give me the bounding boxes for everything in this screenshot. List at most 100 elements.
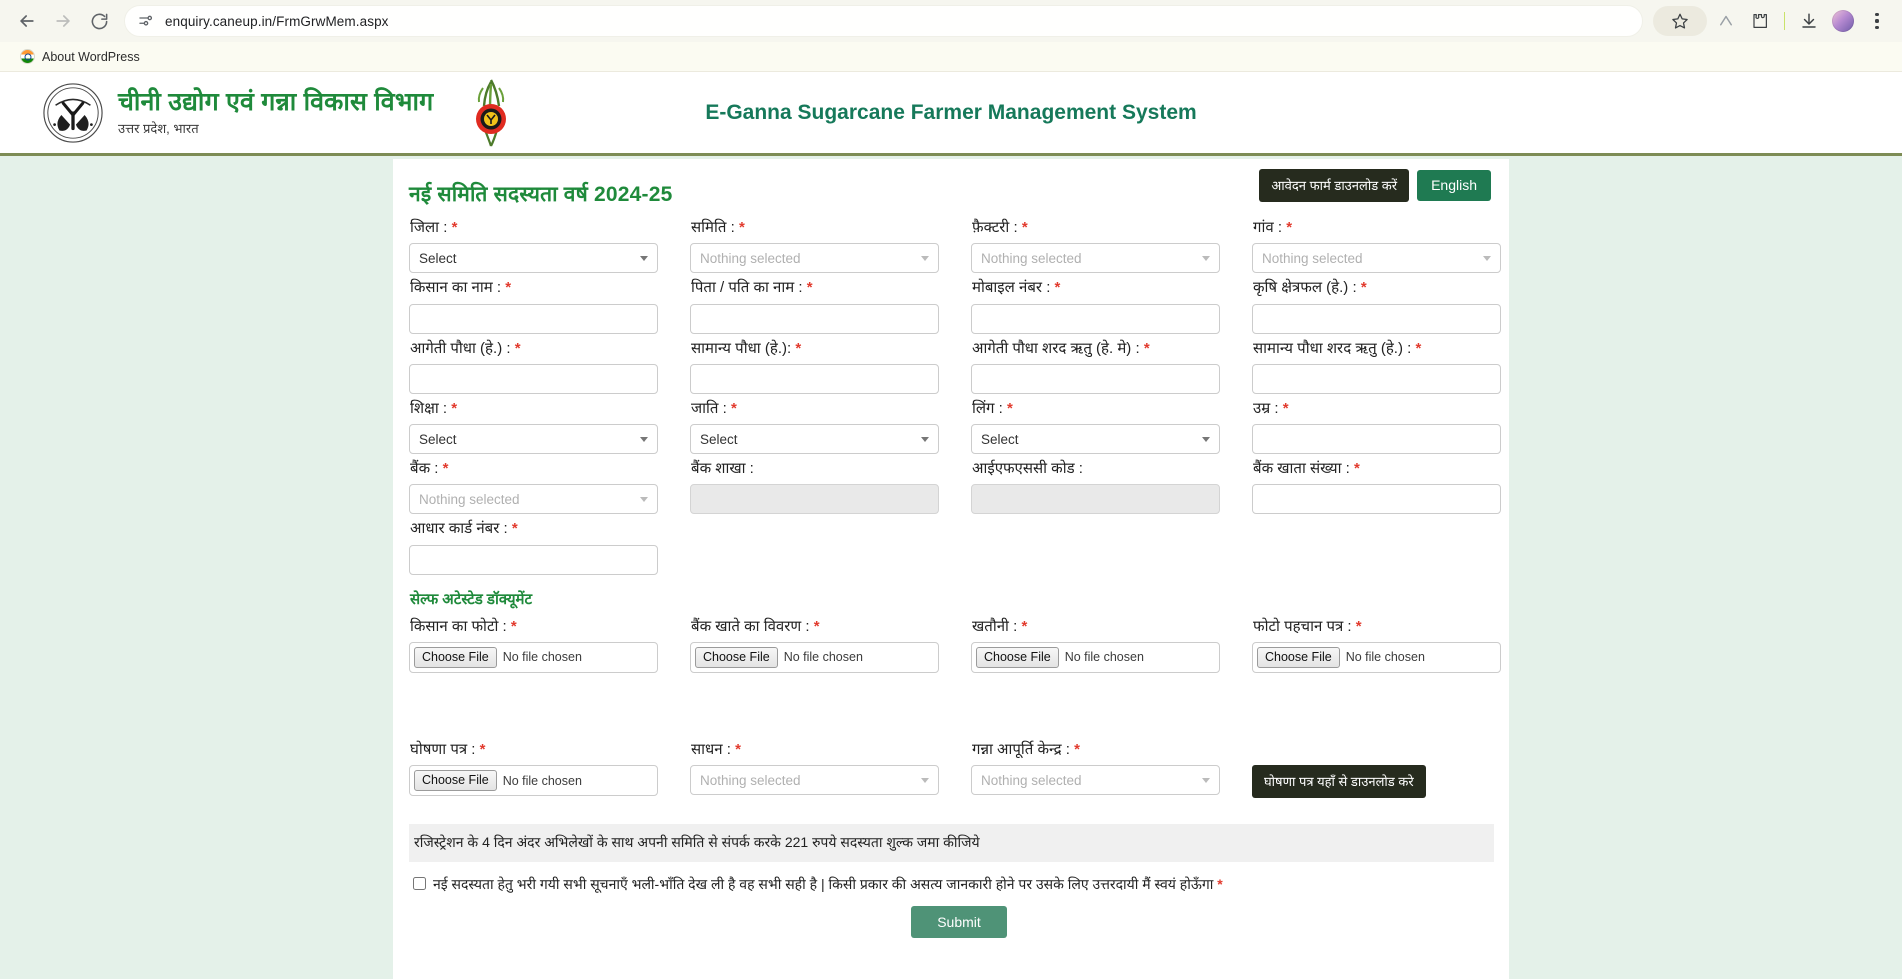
input-normal-plant-autumn[interactable] — [1252, 363, 1501, 394]
field-samiti: समिति : * Nothing selected — [690, 218, 939, 274]
top-action-buttons: आवेदन फार्म डाउनलोड करें English — [1259, 169, 1491, 202]
choose-file-button[interactable]: Choose File — [976, 646, 1059, 668]
label-early-plant-area: आगेती पौधा (हे.) : * — [410, 339, 521, 357]
department-branding: चीनी उद्योग एवं गन्ना विकास विभाग उत्तर … — [42, 82, 433, 144]
membership-fee-note: रजिस्ट्रेशन के 4 दिन अंदर अभिलेखों के सा… — [409, 824, 1494, 862]
chevron-down-icon — [640, 496, 648, 502]
select-sadhan[interactable]: Nothing selected — [690, 765, 939, 795]
input-agriculture-area[interactable] — [1252, 303, 1501, 334]
file-status-label: No file chosen — [502, 773, 582, 788]
back-button[interactable] — [10, 4, 44, 38]
field-caste: जाति : * Select — [690, 399, 939, 454]
department-subtitle: उत्तर प्रदेश, भारत — [118, 121, 199, 136]
field-khatauni: खतौनी : * Choose File No file chosen — [971, 617, 1220, 673]
label-district: जिला : * — [410, 219, 458, 236]
forward-button[interactable] — [46, 4, 80, 38]
input-bank-account-number[interactable] — [1252, 484, 1501, 515]
file-input-bank-account-detail[interactable]: Choose File No file chosen — [690, 641, 939, 673]
consent-checkbox[interactable] — [413, 877, 426, 890]
label-bank: बैंक : * — [410, 460, 449, 477]
label-farmer-photo: किसान का फोटो : * — [410, 617, 517, 635]
field-factory: फ़ैक्टरी : * Nothing selected — [971, 218, 1220, 274]
choose-file-button[interactable]: Choose File — [414, 770, 497, 791]
input-early-plant-area[interactable] — [409, 363, 658, 394]
input-father-husband-name[interactable] — [690, 303, 939, 334]
label-normal-plant-autumn: सामान्य पौधा शरद ऋतु (हे.) : * — [1253, 339, 1422, 357]
submit-row: Submit — [409, 906, 1509, 938]
form-row-plantation: आगेती पौधा (हे.) : * सामान्य पौधा (हे.):… — [409, 339, 1509, 394]
file-input-photo-id-proof[interactable]: Choose File No file chosen — [1252, 641, 1501, 673]
field-normal-plant-area: सामान्य पौधा (हे.): * — [690, 339, 939, 394]
select-village[interactable]: Nothing selected — [1252, 243, 1501, 274]
label-aadhaar-number: आधार कार्ड नंबर : * — [410, 520, 518, 538]
select-cane-supply-center[interactable]: Nothing selected — [971, 765, 1220, 795]
field-declaration-form: घोषणा पत्र : * Choose File No file chose… — [409, 740, 658, 798]
file-input-declaration-form[interactable]: Choose File No file chosen — [409, 765, 658, 796]
select-gender[interactable]: Select — [971, 424, 1220, 454]
reload-button[interactable] — [82, 4, 116, 38]
input-farmer-name[interactable] — [409, 303, 658, 334]
file-input-farmer-photo[interactable]: Choose File No file chosen — [409, 641, 658, 673]
download-application-form-button[interactable]: आवेदन फार्म डाउनलोड करें — [1259, 169, 1410, 202]
field-farmer-photo: किसान का फोटो : * Choose File No file ch… — [409, 617, 658, 673]
input-early-plant-autumn[interactable] — [971, 363, 1220, 394]
select-samiti[interactable]: Nothing selected — [690, 243, 939, 274]
chevron-down-icon — [921, 436, 929, 442]
input-normal-plant-area[interactable] — [690, 363, 939, 394]
field-normal-plant-autumn: सामान्य पौधा शरद ऋतु (हे.) : * — [1252, 339, 1501, 394]
label-sadhan: साधन : * — [691, 740, 741, 758]
choose-file-button[interactable]: Choose File — [414, 646, 497, 668]
input-age[interactable] — [1252, 424, 1501, 454]
field-age: उम्र : * — [1252, 399, 1501, 454]
field-education: शिक्षा : * Select — [409, 399, 658, 454]
language-toggle-button[interactable]: English — [1417, 170, 1491, 201]
chevron-down-icon — [1483, 255, 1491, 261]
chrome-menu-icon[interactable] — [1862, 6, 1892, 36]
select-district[interactable]: Select — [409, 243, 658, 274]
choose-file-button[interactable]: Choose File — [1257, 646, 1340, 668]
label-ifsc-code: आईएफएससी कोड : — [972, 460, 1083, 477]
extensions-puzzle-icon[interactable] — [1745, 6, 1775, 36]
label-cane-supply-center: गन्ना आपूर्ति केन्द्र : * — [972, 740, 1080, 758]
row-spacer — [409, 678, 1509, 740]
field-district: जिला : * Select — [409, 218, 658, 274]
label-education: शिक्षा : * — [410, 399, 458, 417]
select-caste[interactable]: Select — [690, 424, 939, 454]
form-row-demographics: शिक्षा : * Select जाति : * Select लिंग :… — [409, 399, 1509, 454]
declaration-download-button[interactable]: घोषणा पत्र यहाँ से डाउनलोड करे — [1252, 765, 1426, 798]
field-photo-id-proof: फोटो पहचान पत्र : * Choose File No file … — [1252, 617, 1501, 673]
select-factory[interactable]: Nothing selected — [971, 243, 1220, 274]
field-sadhan: साधन : * Nothing selected — [690, 740, 939, 798]
profile-avatar[interactable] — [1828, 6, 1858, 36]
downloads-icon[interactable] — [1794, 6, 1824, 36]
field-ifsc-code: आईएफएससी कोड : — [971, 459, 1220, 515]
toolbar-divider — [1784, 12, 1785, 30]
submit-button[interactable]: Submit — [911, 906, 1007, 938]
select-bank[interactable]: Nothing selected — [409, 484, 658, 515]
label-caste: जाति : * — [691, 399, 737, 417]
file-input-khatauni[interactable]: Choose File No file chosen — [971, 641, 1220, 673]
label-normal-plant-area: सामान्य पौधा (हे.): * — [691, 339, 802, 357]
chevron-down-icon — [640, 436, 648, 442]
up-government-emblem — [43, 82, 103, 143]
field-aadhaar-number: आधार कार्ड नंबर : * — [409, 519, 658, 575]
field-bank-branch: बैंक शाखा : — [690, 459, 939, 515]
form-panel: आवेदन फार्म डाउनलोड करें English नई समित… — [393, 159, 1509, 979]
lens-icon[interactable] — [1711, 6, 1741, 36]
select-education[interactable]: Select — [409, 424, 658, 454]
department-title: चीनी उद्योग एवं गन्ना विकास विभाग — [118, 88, 434, 116]
input-aadhaar-number[interactable] — [409, 544, 658, 575]
label-mobile-number: मोबाइल नंबर : * — [972, 279, 1061, 297]
bookmark-item-about-wordpress[interactable]: About WordPress — [14, 46, 146, 67]
input-mobile-number[interactable] — [971, 303, 1220, 334]
consent-text: नई सदस्यता हेतु भरी गयी सभी सूचनाएँ भली-… — [433, 876, 1223, 892]
chevron-down-icon — [1202, 436, 1210, 442]
choose-file-button[interactable]: Choose File — [695, 646, 778, 668]
address-bar[interactable]: enquiry.caneup.in/FrmGrwMem.aspx — [124, 5, 1643, 37]
form-row-documents-2: घोषणा पत्र : * Choose File No file chose… — [409, 740, 1509, 798]
consent-row: नई सदस्यता हेतु भरी गयी सभी सूचनाएँ भली-… — [409, 875, 1509, 894]
field-bank: बैंक : * Nothing selected — [409, 459, 658, 515]
site-settings-icon[interactable] — [137, 12, 155, 30]
bookmark-star-icon[interactable] — [1653, 6, 1707, 36]
page-body: चीनी उद्योग एवं गन्ना विकास विभाग उत्तर … — [0, 72, 1902, 979]
